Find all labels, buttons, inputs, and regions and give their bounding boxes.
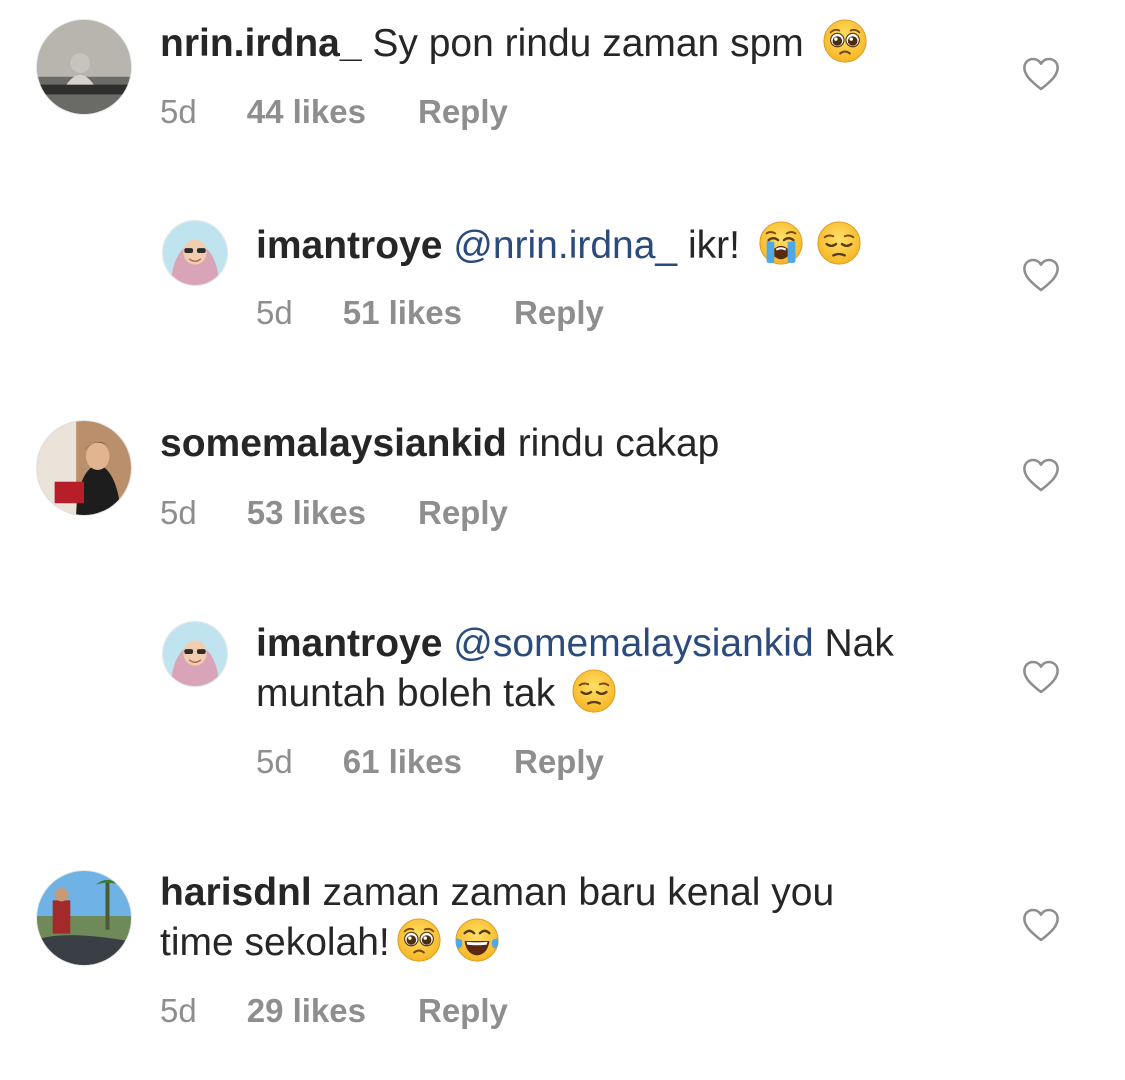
comment-likes[interactable]: 29 likes xyxy=(247,991,366,1031)
comment-text: nrin.irdna_ Sy pon rindu zaman spm xyxy=(160,18,868,68)
comment-username[interactable]: harisdnl xyxy=(160,871,312,914)
tears-of-joy-emoji xyxy=(454,917,500,963)
comment-body: Nak xyxy=(813,622,894,665)
comment-likes[interactable]: 51 likes xyxy=(343,293,462,333)
avatar[interactable] xyxy=(36,870,132,966)
avatar[interactable] xyxy=(162,621,228,687)
comment-mention[interactable]: @nrin.irdna_ xyxy=(442,224,677,267)
comment-text-line-2: muntah boleh tak xyxy=(256,668,617,718)
comment-username[interactable]: nrin.irdna_ xyxy=(160,22,362,65)
comment-body-continued: muntah boleh tak xyxy=(256,672,556,715)
avatar[interactable] xyxy=(36,19,132,115)
avatar[interactable] xyxy=(162,220,228,286)
comment-body: rindu cakap xyxy=(506,422,720,465)
heart-outline-icon[interactable] xyxy=(1022,257,1060,293)
heart-outline-icon[interactable] xyxy=(1022,457,1060,493)
comment-likes[interactable]: 53 likes xyxy=(247,493,366,533)
loudly-crying-face-emoji xyxy=(758,220,804,266)
reply-button[interactable]: Reply xyxy=(514,742,604,782)
comment-username[interactable]: somemalaysiankid xyxy=(160,422,507,465)
comment-username[interactable]: imantroye xyxy=(256,622,442,665)
avatar[interactable] xyxy=(36,420,132,516)
comment-username[interactable]: imantroye xyxy=(256,224,442,267)
pensive-face-emoji xyxy=(816,220,862,266)
comment-body: ikr! xyxy=(677,224,740,267)
comment-time: 5d xyxy=(160,93,197,130)
comment-body: Sy pon rindu zaman spm xyxy=(361,22,804,65)
comment-likes[interactable]: 61 likes xyxy=(343,742,462,782)
comment-body-continued: time sekolah! xyxy=(160,921,390,964)
comment-meta: 5d 51 likes Reply xyxy=(256,293,604,333)
comment-likes[interactable]: 44 likes xyxy=(247,92,366,132)
comment-text: imantroye @somemalaysiankid Nak xyxy=(256,620,894,668)
comment-mention[interactable]: @somemalaysiankid xyxy=(442,622,813,665)
reply-button[interactable]: Reply xyxy=(514,293,604,333)
comment-time: 5d xyxy=(160,992,197,1029)
pleading-face-emoji xyxy=(822,18,868,64)
comment-time: 5d xyxy=(256,743,293,780)
comment-item: somemalaysiankid rindu cakap 5d 53 likes R… xyxy=(0,400,1125,570)
comment-time: 5d xyxy=(256,294,293,331)
heart-outline-icon[interactable] xyxy=(1022,659,1060,695)
comment-text: imantroye @nrin.irdna_ ikr! xyxy=(256,220,862,270)
comment-body: zaman zaman baru kenal you xyxy=(311,871,835,914)
comment-meta: 5d 53 likes Reply xyxy=(160,493,508,533)
comment-reply-item: imantroye @nrin.irdna_ ikr! 5d 51 likes Re… xyxy=(0,200,1125,370)
heart-outline-icon[interactable] xyxy=(1022,56,1060,92)
comment-text: harisdnl zaman zaman baru kenal you xyxy=(160,869,834,917)
comment-meta: 5d 29 likes Reply xyxy=(160,991,508,1031)
reply-button[interactable]: Reply xyxy=(418,92,508,132)
reply-button[interactable]: Reply xyxy=(418,493,508,533)
heart-outline-icon[interactable] xyxy=(1022,907,1060,943)
comment-item: nrin.irdna_ Sy pon rindu zaman spm 5d 44 … xyxy=(0,0,1125,170)
pleading-face-emoji xyxy=(396,917,442,963)
comment-meta: 5d 61 likes Reply xyxy=(256,742,604,782)
reply-button[interactable]: Reply xyxy=(418,991,508,1031)
comment-reply-item: imantroye @somemalaysiankid Nak muntah b… xyxy=(0,600,1125,820)
pensive-face-emoji xyxy=(571,668,617,714)
comment-item: harisdnl zaman zaman baru kenal you time… xyxy=(0,850,1125,1070)
comment-time: 5d xyxy=(160,494,197,531)
comment-meta: 5d 44 likes Reply xyxy=(160,92,508,132)
comment-text: somemalaysiankid rindu cakap xyxy=(160,420,719,468)
comment-text-line-2: time sekolah! xyxy=(160,917,500,967)
